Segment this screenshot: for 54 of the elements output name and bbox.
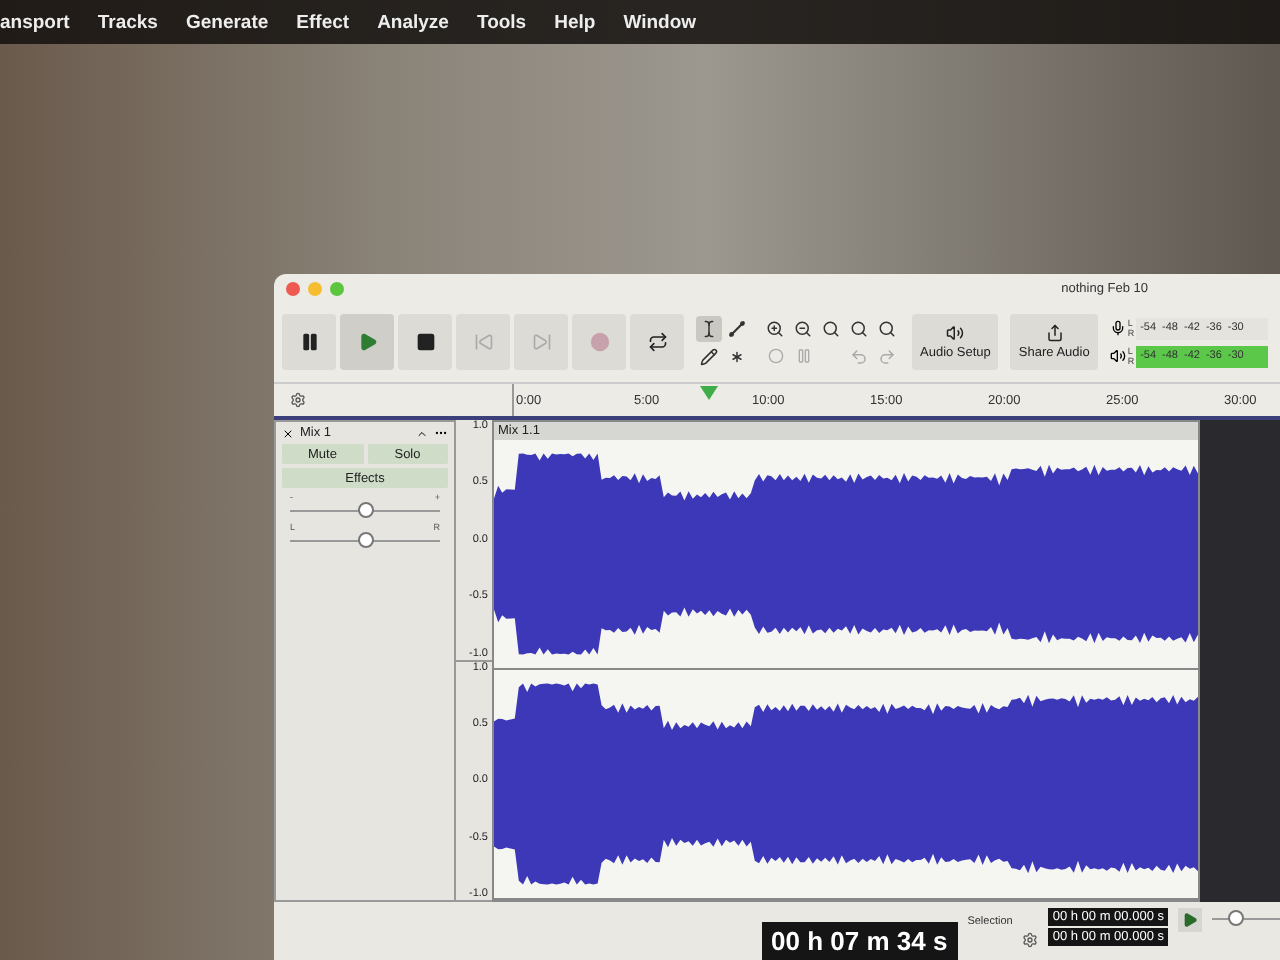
close-window-icon[interactable]	[286, 281, 300, 295]
asterisk-icon	[728, 347, 746, 365]
envelope-tool-button[interactable]	[724, 315, 750, 341]
menu-item[interactable]: Analyze	[377, 11, 449, 33]
loop-button[interactable]	[630, 314, 684, 370]
circle-icon	[767, 348, 783, 364]
loop-icon	[647, 332, 667, 352]
play-icon	[1182, 912, 1198, 928]
magnifier-icon	[822, 319, 840, 337]
skip-to-end-icon	[531, 332, 551, 352]
menu-item[interactable]: Generate	[185, 11, 269, 33]
magnifier-icon	[850, 319, 868, 337]
settings-icon[interactable]	[1022, 932, 1039, 948]
slider-thumb[interactable]	[1227, 910, 1244, 926]
zoom-in-icon	[766, 319, 784, 337]
menu-item[interactable]: ansport	[0, 11, 70, 33]
speaker-icon	[946, 324, 965, 342]
pan-slider[interactable]	[290, 532, 440, 548]
play-icon	[357, 332, 377, 352]
close-icon[interactable]	[282, 427, 294, 439]
gain-slider[interactable]	[290, 502, 440, 518]
settings-icon[interactable]	[290, 392, 306, 408]
slider-thumb[interactable]	[357, 532, 373, 548]
stop-icon	[415, 332, 435, 352]
record-icon	[589, 332, 609, 352]
more-icon[interactable]	[434, 426, 448, 440]
speed-slider[interactable]	[1212, 908, 1280, 928]
redo-icon	[878, 347, 896, 365]
envelope-tool-icon	[728, 319, 746, 337]
share-icon	[1045, 324, 1064, 342]
menu-item[interactable]: Help	[554, 11, 596, 33]
playhead-icon[interactable]	[700, 386, 718, 400]
skip-to-start-icon	[473, 332, 493, 352]
slider-thumb[interactable]	[357, 502, 373, 518]
menu-item[interactable]: Window	[623, 11, 697, 33]
draw-tool-button[interactable]	[696, 343, 722, 369]
menu-item[interactable]: Effect	[296, 11, 350, 33]
undo-icon	[850, 347, 868, 365]
bars-icon	[795, 348, 811, 364]
speaker-icon[interactable]	[1109, 348, 1126, 364]
zoom-out-icon	[794, 319, 812, 337]
collapse-icon[interactable]	[416, 427, 428, 439]
menu-item[interactable]: Tools	[476, 11, 527, 33]
stop-button[interactable]	[398, 314, 452, 370]
pause-button[interactable]	[282, 314, 336, 370]
magnifier-icon	[878, 319, 896, 337]
pause-icon	[299, 332, 319, 352]
text-cursor-icon	[700, 319, 718, 337]
time-display[interactable]: 00 h 07 m 34 s	[761, 922, 958, 960]
microphone-icon[interactable]	[1109, 320, 1126, 336]
select-tool-button[interactable]	[696, 315, 722, 341]
play-at-speed-button[interactable]	[1178, 908, 1202, 932]
pencil-icon	[700, 347, 718, 365]
menu-item[interactable]: Tracks	[97, 11, 158, 33]
